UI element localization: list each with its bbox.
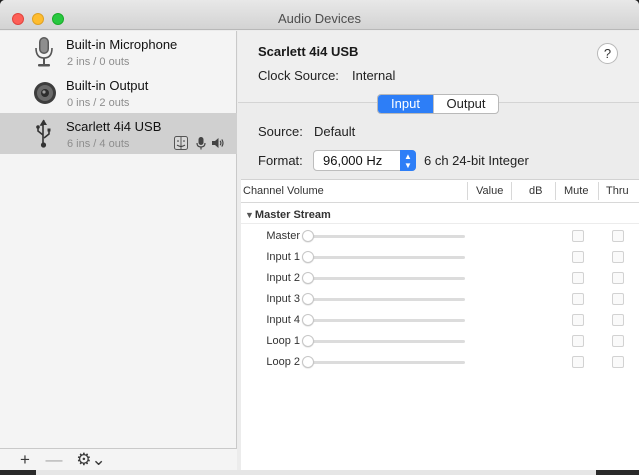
gear-menu-button[interactable]: ⚙⌄ (76, 450, 106, 469)
speaker-icon (34, 82, 56, 104)
device-name: Built-in Output (66, 78, 149, 93)
sample-rate-value: 96,000 Hz (323, 153, 383, 168)
mute-checkbox[interactable] (572, 272, 584, 284)
audio-devices-window: Audio Devices Built-in Microphone 2 ins … (0, 0, 639, 470)
volume-slider-knob[interactable] (302, 230, 314, 242)
volume-slider-track[interactable] (307, 277, 465, 280)
channel-label: Input 2 (266, 272, 300, 284)
speaker-small-icon (212, 138, 224, 148)
volume-slider-track[interactable] (307, 361, 465, 364)
format-description: 6 ch 24-bit Integer (424, 153, 529, 168)
usb-icon (36, 119, 51, 148)
volume-slider-knob[interactable] (302, 251, 314, 263)
device-io: 0 ins / 2 outs (67, 97, 130, 109)
device-item-scarlett-4i4-usb[interactable]: Scarlett 4i4 USB 6 ins / 4 outs (0, 113, 237, 154)
volume-slider-knob[interactable] (302, 356, 314, 368)
sidebar-toolbar: + — ⚙⌄ (0, 448, 237, 470)
volume-slider-track[interactable] (307, 235, 465, 238)
thru-checkbox[interactable] (612, 293, 624, 305)
column-thru[interactable]: Thru (606, 185, 629, 197)
column-channel-volume[interactable]: Channel Volume (243, 185, 324, 197)
format-label: Format: (258, 153, 303, 168)
thru-checkbox[interactable] (612, 272, 624, 284)
remove-device-button[interactable]: — (45, 450, 63, 469)
volume-slider-knob[interactable] (302, 314, 314, 326)
column-divider (555, 182, 556, 200)
tab-input[interactable]: Input (378, 95, 433, 113)
volume-slider-track[interactable] (307, 340, 465, 343)
table-row: Input 4 (241, 310, 639, 331)
desktop-background (0, 470, 639, 475)
mute-checkbox[interactable] (572, 335, 584, 347)
sample-rate-select[interactable]: 96,000 Hz ▲ ▼ (313, 150, 416, 171)
mute-checkbox[interactable] (572, 314, 584, 326)
group-label: Master Stream (254, 209, 331, 221)
clock-source-value: Internal (352, 68, 396, 83)
channel-label: Loop 1 (266, 335, 300, 347)
table-row: Input 2 (241, 268, 639, 289)
column-divider (511, 182, 512, 200)
table-header: Channel Volume Value dB Mute Thru (241, 180, 639, 203)
volume-slider-knob[interactable] (302, 272, 314, 284)
column-value[interactable]: Value (476, 185, 503, 197)
volume-slider-knob[interactable] (302, 293, 314, 305)
mute-checkbox[interactable] (572, 251, 584, 263)
chevron-updown-icon: ▲ ▼ (400, 150, 416, 171)
volume-slider-track[interactable] (307, 319, 465, 322)
mute-checkbox[interactable] (572, 293, 584, 305)
channel-label: Input 1 (266, 251, 300, 263)
thru-checkbox[interactable] (612, 335, 624, 347)
device-list: Built-in Microphone 2 ins / 0 outs Built… (0, 31, 237, 470)
window-shadow-edge (36, 470, 596, 475)
channel-label: Master (266, 230, 300, 242)
column-db[interactable]: dB (529, 185, 542, 197)
column-mute[interactable]: Mute (564, 185, 588, 197)
device-io: 2 ins / 0 outs (67, 56, 130, 68)
disclosure-triangle-icon: ▼ (245, 210, 254, 220)
divider (241, 223, 639, 224)
volume-slider-knob[interactable] (302, 335, 314, 347)
title-bar: Audio Devices (0, 0, 639, 30)
help-button[interactable]: ? (597, 43, 618, 64)
channel-label: Loop 2 (266, 356, 300, 368)
table-row: Input 1 (241, 247, 639, 268)
table-row: Loop 2 (241, 352, 639, 373)
microphone-icon (35, 37, 53, 67)
mute-checkbox[interactable] (572, 356, 584, 368)
tab-output[interactable]: Output (433, 95, 498, 113)
column-divider (598, 182, 599, 200)
device-item-built-in-microphone[interactable]: Built-in Microphone 2 ins / 0 outs (0, 31, 237, 72)
add-device-button[interactable]: + (16, 450, 34, 469)
clock-source-label: Clock Source: (258, 68, 339, 83)
device-title: Scarlett 4i4 USB (258, 44, 359, 59)
channel-label: Input 4 (266, 314, 300, 326)
table-row: Input 3 (241, 289, 639, 310)
source-label: Source: (258, 124, 303, 139)
device-io: 6 ins / 4 outs (67, 138, 130, 150)
thru-checkbox[interactable] (612, 230, 624, 242)
input-output-segmented-control: Input Output (377, 94, 499, 114)
mute-checkbox[interactable] (572, 230, 584, 242)
thru-checkbox[interactable] (612, 251, 624, 263)
microphone-small-icon (196, 137, 206, 150)
device-item-built-in-output[interactable]: Built-in Output 0 ins / 2 outs (0, 72, 237, 113)
window-title: Audio Devices (277, 11, 362, 26)
volume-slider-track[interactable] (307, 256, 465, 259)
device-name: Built-in Microphone (66, 37, 178, 52)
device-name: Scarlett 4i4 USB (66, 119, 162, 134)
volume-slider-track[interactable] (307, 298, 465, 301)
source-value: Default (314, 124, 356, 139)
group-master-stream[interactable]: ▼Master Stream (245, 209, 331, 221)
device-detail-pane: Scarlett 4i4 USB Clock Source: Internal … (238, 31, 639, 470)
channel-label: Input 3 (266, 293, 300, 305)
table-row: Loop 1 (241, 331, 639, 352)
device-header: Scarlett 4i4 USB Clock Source: Internal … (238, 31, 639, 103)
thru-checkbox[interactable] (612, 356, 624, 368)
channel-volume-table: Channel Volume Value dB Mute Thru ▼Maste… (241, 179, 639, 470)
column-divider (467, 182, 468, 200)
thru-checkbox[interactable] (612, 314, 624, 326)
table-row: Master (241, 226, 639, 247)
finder-icon (174, 136, 188, 150)
